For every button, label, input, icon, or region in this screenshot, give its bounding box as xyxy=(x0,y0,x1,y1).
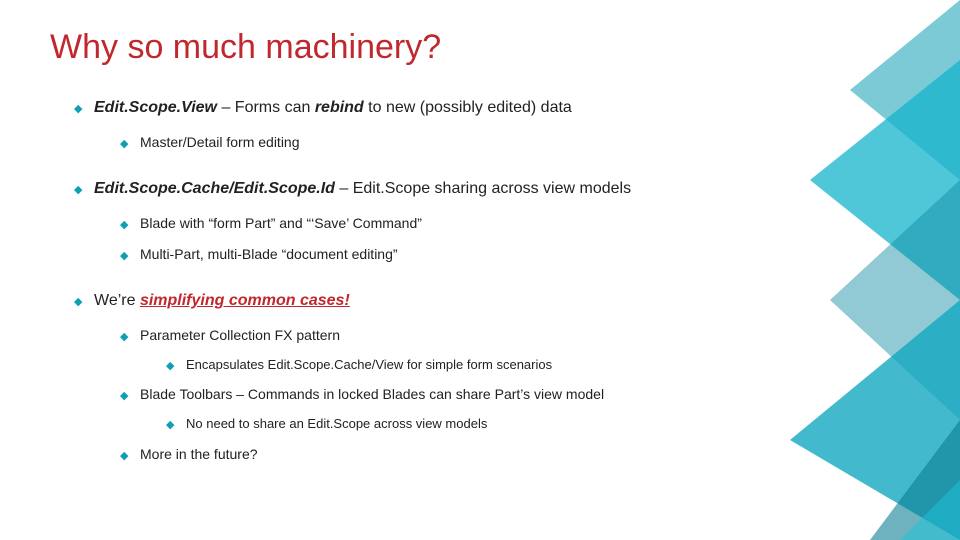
bullet-level2: ◆ More in the future? xyxy=(120,441,900,468)
text: – Edit.Scope sharing across view models xyxy=(335,180,631,197)
bullet-text: We’re simplifying common cases! xyxy=(94,286,350,316)
bullet-level2: ◆ Multi-Part, multi-Blade “document edit… xyxy=(120,241,900,268)
bullet-level3: ◆ No need to share an Edit.Scope across … xyxy=(166,412,900,437)
bullet-level2: ◆ Master/Detail form editing xyxy=(120,129,900,156)
text: – Forms can xyxy=(217,99,315,116)
bullet-text: Multi-Part, multi-Blade “document editin… xyxy=(140,241,398,268)
text-emph: simplifying common cases! xyxy=(140,292,350,309)
bullet-icon: ◆ xyxy=(120,386,130,407)
bullet-icon: ◆ xyxy=(74,292,84,313)
bullet-icon: ◆ xyxy=(120,134,130,155)
bullet-level1: ◆ Edit.Scope.Cache/Edit.Scope.Id – Edit.… xyxy=(74,174,900,204)
bullet-text: Edit.Scope.View – Forms can rebind to ne… xyxy=(94,93,572,123)
bullet-text: No need to share an Edit.Scope across vi… xyxy=(186,412,487,437)
bullet-icon: ◆ xyxy=(166,415,176,436)
bullet-level2: ◆ Parameter Collection FX pattern xyxy=(120,322,900,349)
bullet-icon: ◆ xyxy=(166,356,176,377)
bullet-icon: ◆ xyxy=(120,327,130,348)
bullet-text: Parameter Collection FX pattern xyxy=(140,322,340,349)
slide-title: Why so much machinery? xyxy=(50,28,900,67)
bullet-text: Encapsulates Edit.Scope.Cache/View for s… xyxy=(186,353,552,378)
slide-content: ◆ Edit.Scope.View – Forms can rebind to … xyxy=(50,93,900,467)
bullet-level3: ◆ Encapsulates Edit.Scope.Cache/View for… xyxy=(166,353,900,378)
bullet-text: Edit.Scope.Cache/Edit.Scope.Id – Edit.Sc… xyxy=(94,174,631,204)
bullet-text: Master/Detail form editing xyxy=(140,129,300,156)
text-strong: Edit.Scope.Cache/Edit.Scope.Id xyxy=(94,180,335,197)
bullet-icon: ◆ xyxy=(120,215,130,236)
text: to new (possibly edited) data xyxy=(364,99,572,116)
bullet-level2: ◆ Blade Toolbars – Commands in locked Bl… xyxy=(120,381,900,408)
bullet-text: Blade with “form Part” and “‘Save’ Comma… xyxy=(140,210,422,237)
bullet-level1: ◆ Edit.Scope.View – Forms can rebind to … xyxy=(74,93,900,123)
bullet-icon: ◆ xyxy=(120,246,130,267)
text-ital: rebind xyxy=(315,99,364,116)
bullet-text: Blade Toolbars – Commands in locked Blad… xyxy=(140,381,604,408)
bullet-icon: ◆ xyxy=(74,99,84,120)
slide: Why so much machinery? ◆ Edit.Scope.View… xyxy=(0,0,960,540)
bullet-level2: ◆ Blade with “form Part” and “‘Save’ Com… xyxy=(120,210,900,237)
text-strong: Edit.Scope.View xyxy=(94,99,217,116)
text: We’re xyxy=(94,292,140,309)
bullet-icon: ◆ xyxy=(120,446,130,467)
bullet-text: More in the future? xyxy=(140,441,258,468)
bullet-level1: ◆ We’re simplifying common cases! xyxy=(74,286,900,316)
bullet-icon: ◆ xyxy=(74,180,84,201)
